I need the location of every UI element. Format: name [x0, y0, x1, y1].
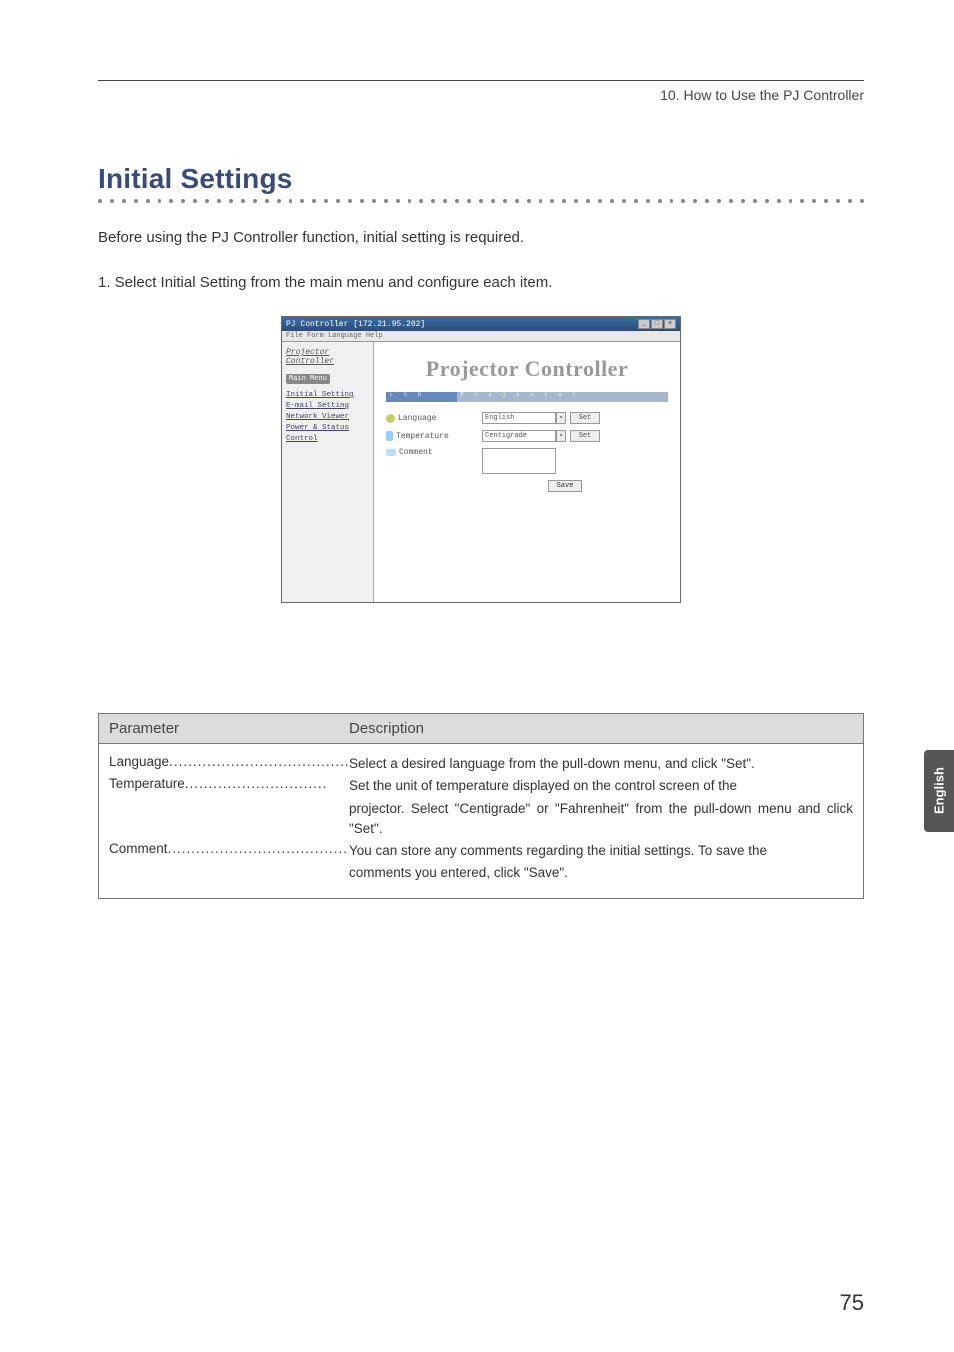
maximize-button[interactable]: □: [651, 319, 663, 329]
col-parameter: Parameter: [109, 720, 349, 737]
param-language: Language: [109, 754, 169, 769]
sidebar-main-menu-badge: Main Menu: [286, 374, 330, 384]
comment-icon: [386, 449, 396, 456]
comment-textarea[interactable]: [482, 448, 556, 474]
leader-dots: ......................................: [169, 754, 349, 769]
row-temperature: Temperature Centigrade ▾ Set: [386, 430, 668, 442]
language-label: Language: [398, 414, 436, 423]
table-row: Temperature.............................…: [109, 776, 853, 796]
desc-language: Select a desired language from the pull-…: [349, 754, 853, 774]
window-titlebar[interactable]: PJ Controller [172.21.95.202] _ □ ×: [282, 317, 680, 331]
sidebar-link-control[interactable]: Control: [286, 435, 369, 443]
sidebar-logo: Projector Controller: [286, 348, 369, 366]
app-window: PJ Controller [172.21.95.202] _ □ × File…: [281, 316, 681, 603]
param-comment: Comment: [109, 841, 168, 856]
table-header: Parameter Description: [99, 714, 863, 744]
language-set-button[interactable]: Set: [570, 412, 600, 424]
sidebar: Projector Controller Main Menu Initial S…: [282, 342, 374, 602]
desc-temperature-l1: Set the unit of temperature displayed on…: [349, 776, 853, 796]
comment-label: Comment: [399, 448, 433, 457]
close-button[interactable]: ×: [664, 319, 676, 329]
desc-temperature-l2: projector. Select "Centigrade" or "Fahre…: [349, 799, 853, 840]
temperature-select[interactable]: Centigrade: [482, 430, 556, 442]
temperature-set-button[interactable]: Set: [570, 430, 600, 442]
language-select[interactable]: English: [482, 412, 556, 424]
row-language: Language English ▾ Set: [386, 412, 668, 424]
col-description: Description: [349, 720, 424, 737]
header-chapter: 10. How to Use the PJ Controller: [98, 87, 864, 103]
step-1: 1. Select Initial Setting from the main …: [98, 272, 864, 295]
bar-left: L C D: [386, 392, 457, 402]
sidebar-link-network-viewer[interactable]: Network Viewer: [286, 413, 369, 421]
leader-dots: ..............................: [185, 776, 328, 791]
table-row: Comment.................................…: [109, 841, 853, 861]
leader-dots: ......................................: [168, 841, 349, 856]
thermometer-icon: [386, 431, 393, 441]
save-button[interactable]: Save: [548, 480, 582, 492]
temperature-label: Temperature: [396, 432, 449, 441]
window-title: PJ Controller [172.21.95.202]: [286, 320, 425, 329]
page-number: 75: [840, 1290, 864, 1316]
minimize-button[interactable]: _: [638, 319, 650, 329]
bar-right: P r o j e c t o r: [457, 392, 669, 402]
language-tab: English: [924, 750, 954, 832]
table-body: Language................................…: [99, 744, 863, 898]
sidebar-link-email-setting[interactable]: E-mail Setting: [286, 402, 369, 410]
sidebar-link-initial-setting[interactable]: Initial Setting: [286, 391, 369, 399]
parameter-table: Parameter Description Language..........…: [98, 713, 864, 899]
sidebar-link-power-status[interactable]: Power & Status: [286, 424, 369, 432]
globe-icon: [386, 414, 395, 423]
page-title: Initial Settings: [98, 163, 864, 195]
desc-comment-l1: You can store any comments regarding the…: [349, 841, 853, 861]
row-comment: Comment: [386, 448, 668, 474]
title-dotted-rule: [98, 199, 864, 203]
section-bar: L C D P r o j e c t o r: [386, 392, 668, 402]
table-row: Language................................…: [109, 754, 853, 774]
menu-bar[interactable]: File Form Language Help: [282, 331, 680, 342]
main-title: Projector Controller: [386, 356, 668, 382]
param-temperature: Temperature: [109, 776, 185, 791]
main-panel: Projector Controller L C D P r o j e c t…: [374, 342, 680, 602]
language-dropdown-icon[interactable]: ▾: [556, 412, 566, 424]
temperature-dropdown-icon[interactable]: ▾: [556, 430, 566, 442]
header-rule: [98, 80, 864, 81]
intro-paragraph: Before using the PJ Controller function,…: [98, 227, 864, 250]
desc-comment-l2: comments you entered, click "Save".: [349, 863, 853, 883]
